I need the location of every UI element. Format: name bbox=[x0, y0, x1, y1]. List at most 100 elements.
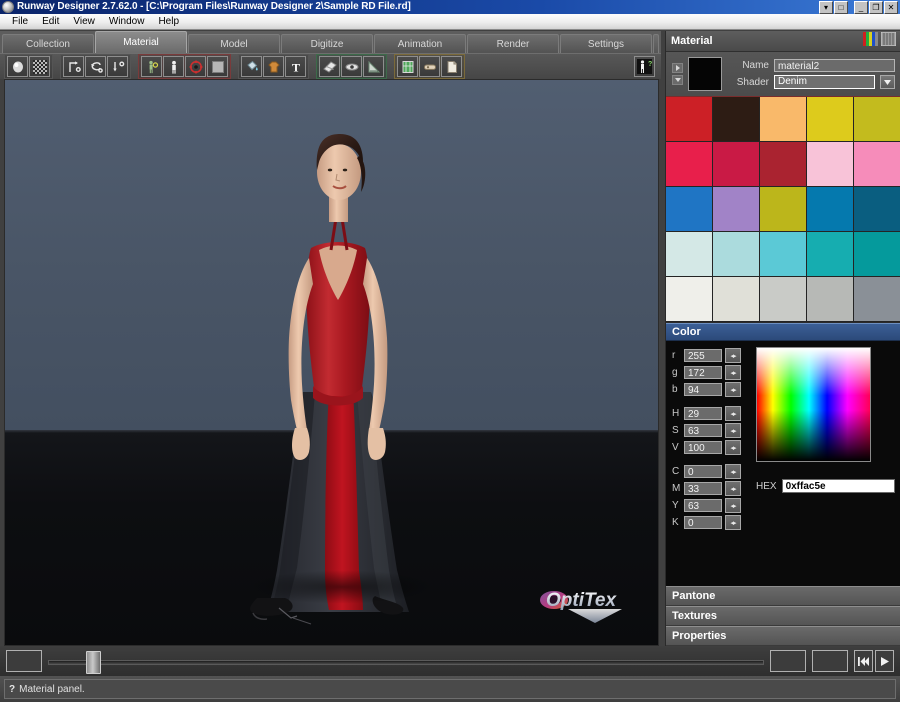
color-swatch[interactable] bbox=[760, 142, 807, 187]
spinner-b[interactable]: ◂▸ bbox=[725, 382, 741, 397]
mdi-close-button[interactable]: □ bbox=[834, 0, 848, 14]
text-tool-icon[interactable]: T bbox=[285, 56, 306, 77]
fabric-fold-icon[interactable] bbox=[319, 56, 340, 77]
minimize-button[interactable]: _ bbox=[854, 0, 868, 14]
material-name-input[interactable]: material2 bbox=[774, 59, 895, 72]
eye-view-icon[interactable] bbox=[341, 56, 362, 77]
menu-edit[interactable]: Edit bbox=[35, 15, 66, 29]
color-input-g[interactable]: 172 bbox=[684, 366, 722, 379]
capsule-icon[interactable] bbox=[419, 56, 440, 77]
color-swatch[interactable] bbox=[666, 142, 713, 187]
target-icon[interactable] bbox=[185, 56, 206, 77]
timeline-thumb[interactable] bbox=[86, 651, 101, 674]
color-input-c[interactable]: 0 bbox=[684, 465, 722, 478]
swatch-list-icon[interactable] bbox=[880, 31, 897, 51]
timeline-start-field[interactable] bbox=[6, 650, 42, 672]
color-swatch[interactable] bbox=[854, 97, 900, 142]
color-swatch[interactable] bbox=[713, 277, 760, 322]
maximize-button[interactable]: ❐ bbox=[869, 0, 883, 14]
scale-axis-icon[interactable] bbox=[107, 56, 128, 77]
color-swatch[interactable] bbox=[854, 187, 900, 232]
spinner-c[interactable]: ◂▸ bbox=[725, 464, 741, 479]
mdi-restore-button[interactable]: ▾ bbox=[819, 0, 833, 14]
shaded-sphere-icon[interactable] bbox=[7, 56, 28, 77]
color-swatch[interactable] bbox=[854, 142, 900, 187]
tab-material[interactable]: Material bbox=[95, 31, 187, 53]
pantone-section[interactable]: Pantone bbox=[666, 586, 900, 606]
play-button[interactable] bbox=[875, 650, 894, 672]
figure-help-icon[interactable]: ? bbox=[634, 56, 655, 77]
color-input-m[interactable]: 33 bbox=[684, 482, 722, 495]
color-swatch[interactable] bbox=[807, 232, 854, 277]
color-input-r[interactable]: 255 bbox=[684, 349, 722, 362]
checker-texture-icon[interactable] bbox=[29, 56, 50, 77]
figure-icon[interactable] bbox=[163, 56, 184, 77]
textures-section[interactable]: Textures bbox=[666, 606, 900, 626]
timeline-end-field[interactable] bbox=[812, 650, 848, 672]
color-swatch[interactable] bbox=[854, 277, 900, 322]
spinner-y[interactable]: ◂▸ bbox=[725, 498, 741, 513]
spinner-r[interactable]: ◂▸ bbox=[725, 348, 741, 363]
menu-file[interactable]: File bbox=[5, 15, 35, 29]
tab-digitize[interactable]: Digitize bbox=[281, 34, 373, 53]
color-swatch[interactable] bbox=[760, 277, 807, 322]
color-swatch[interactable] bbox=[807, 97, 854, 142]
timeline-frame-field[interactable] bbox=[770, 650, 806, 672]
3d-viewport[interactable]: OptiTex bbox=[4, 79, 659, 646]
spinner-h[interactable]: ◂▸ bbox=[725, 406, 741, 421]
tab-animation[interactable]: Animation bbox=[374, 34, 466, 53]
color-swatch[interactable] bbox=[760, 97, 807, 142]
material-shader-select[interactable]: Denim bbox=[774, 75, 875, 89]
spinner-k[interactable]: ◂▸ bbox=[725, 515, 741, 530]
paint-bucket-icon[interactable] bbox=[241, 56, 262, 77]
ruler-triangle-icon[interactable] bbox=[363, 56, 384, 77]
material-preview-swatch[interactable] bbox=[688, 57, 722, 91]
spinner-s[interactable]: ◂▸ bbox=[725, 423, 741, 438]
document-icon[interactable] bbox=[441, 56, 462, 77]
hex-input[interactable]: 0xffac5e bbox=[781, 479, 895, 493]
prev-material-button[interactable] bbox=[672, 63, 683, 73]
spinner-v[interactable]: ◂▸ bbox=[725, 440, 741, 455]
color-input-y[interactable]: 63 bbox=[684, 499, 722, 512]
color-swatch[interactable] bbox=[666, 187, 713, 232]
color-input-b[interactable]: 94 bbox=[684, 383, 722, 396]
move-axis-icon[interactable] bbox=[63, 56, 84, 77]
color-input-s[interactable]: 63 bbox=[684, 424, 722, 437]
properties-section[interactable]: Properties bbox=[666, 626, 900, 646]
garment-icon[interactable] bbox=[263, 56, 284, 77]
pose-figure-icon[interactable] bbox=[141, 56, 162, 77]
color-input-v[interactable]: 100 bbox=[684, 441, 722, 454]
tab-collection[interactable]: Collection bbox=[2, 34, 94, 53]
blank-swatch-icon[interactable] bbox=[207, 56, 228, 77]
color-swatch[interactable] bbox=[807, 277, 854, 322]
color-swatch[interactable] bbox=[666, 277, 713, 322]
mannequin-model[interactable] bbox=[233, 100, 443, 645]
color-swatch[interactable] bbox=[713, 232, 760, 277]
rotate-axis-icon[interactable] bbox=[85, 56, 106, 77]
next-material-button[interactable] bbox=[672, 75, 683, 85]
color-swatch[interactable] bbox=[807, 187, 854, 232]
timeline-slider[interactable] bbox=[48, 651, 764, 674]
color-input-k[interactable]: 0 bbox=[684, 516, 722, 529]
spinner-g[interactable]: ◂▸ bbox=[725, 365, 741, 380]
spinner-m[interactable]: ◂▸ bbox=[725, 481, 741, 496]
grid-page-icon[interactable] bbox=[397, 56, 418, 77]
tab-settings[interactable]: Settings bbox=[560, 34, 652, 53]
rewind-button[interactable] bbox=[854, 650, 873, 672]
color-swatch[interactable] bbox=[760, 232, 807, 277]
color-swatch[interactable] bbox=[666, 97, 713, 142]
color-swatch[interactable] bbox=[713, 142, 760, 187]
color-input-h[interactable]: 29 bbox=[684, 407, 722, 420]
color-bars-icon[interactable] bbox=[863, 31, 878, 51]
color-section-header[interactable]: Color bbox=[666, 323, 900, 341]
menu-window[interactable]: Window bbox=[102, 15, 152, 29]
color-swatch[interactable] bbox=[666, 232, 713, 277]
tab-model[interactable]: Model bbox=[188, 34, 280, 53]
color-swatch[interactable] bbox=[807, 142, 854, 187]
color-gradient-picker[interactable] bbox=[756, 347, 871, 462]
color-swatch[interactable] bbox=[854, 232, 900, 277]
chevron-down-icon[interactable] bbox=[880, 75, 895, 89]
menu-help[interactable]: Help bbox=[151, 15, 186, 29]
color-swatch[interactable] bbox=[713, 187, 760, 232]
color-swatch[interactable] bbox=[760, 187, 807, 232]
